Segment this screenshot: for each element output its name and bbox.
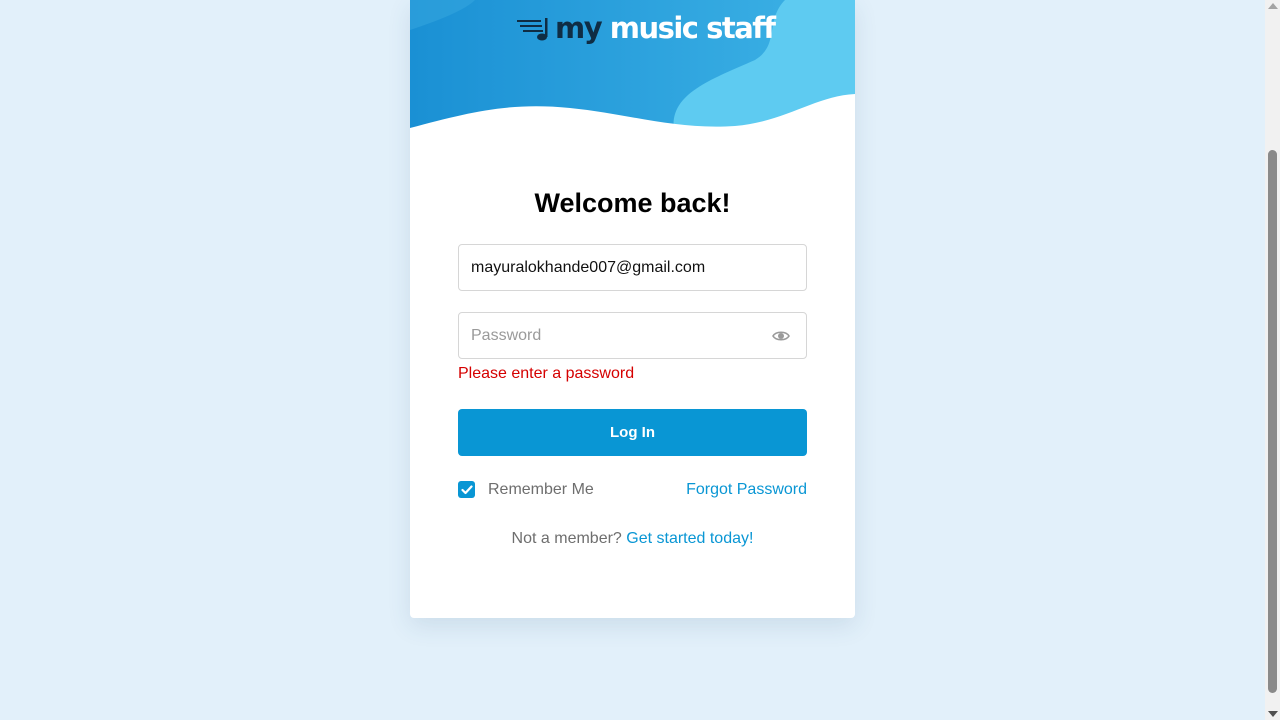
music-note-lines-icon [517,18,548,41]
remember-me-checkbox[interactable] [458,481,475,498]
login-card: my music staff Welcome back! Please ente… [410,0,855,618]
scroll-up-arrow-icon[interactable] [1268,3,1278,9]
logo-wordmark: my music staff [555,11,776,45]
checkmark-icon [460,484,473,494]
password-field[interactable] [458,312,807,359]
page-title: Welcome back! [534,188,731,218]
signup-prompt-text: Not a member? [511,530,622,547]
scroll-down-arrow-icon[interactable] [1268,711,1278,717]
get-started-link[interactable]: Get started today! [626,530,753,547]
eye-icon[interactable] [771,326,791,346]
email-field[interactable] [458,244,807,291]
scrollbar-thumb[interactable] [1268,150,1277,693]
page-scrollbar[interactable] [1265,0,1280,720]
signup-prompt: Not a member? Get started today! [410,530,855,548]
remember-me-label[interactable]: Remember Me [488,481,594,499]
brand-logo: my music staff [517,10,776,46]
password-error-message: Please enter a password [458,365,635,382]
login-button[interactable]: Log In [458,409,807,456]
forgot-password-link[interactable]: Forgot Password [686,481,807,499]
